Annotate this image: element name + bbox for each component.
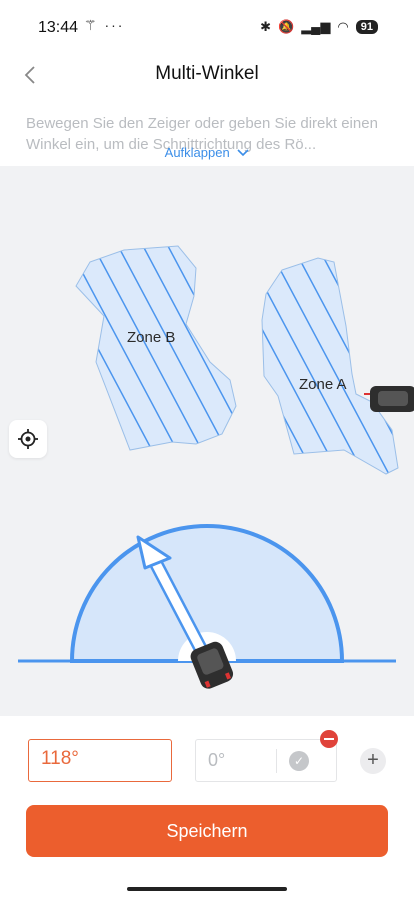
- check-icon[interactable]: ✓: [289, 751, 309, 771]
- remove-angle-button[interactable]: [320, 730, 338, 748]
- zone-b-label: Zone B: [127, 329, 176, 346]
- wifi-icon: ◠: [337, 19, 349, 34]
- expand-link[interactable]: Aufklappen: [0, 145, 414, 160]
- save-button[interactable]: Speichern: [26, 805, 388, 857]
- chevron-down-icon: [237, 145, 249, 160]
- home-indicator: [127, 887, 287, 891]
- map-drawing: [18, 245, 414, 689]
- zone-a-label: Zone A: [299, 376, 347, 393]
- notification-icons: ⚚ ···: [84, 17, 125, 33]
- zone-a-area[interactable]: [261, 257, 399, 475]
- map-canvas[interactable]: Zone B Zone A: [0, 166, 414, 716]
- mute-icon: 🔕: [278, 19, 295, 34]
- angle-input-primary[interactable]: 118°: [28, 739, 172, 782]
- robot-icon-zone-a: [364, 386, 414, 412]
- header: Multi-Winkel: [0, 56, 414, 96]
- zone-b-area[interactable]: [75, 245, 237, 451]
- status-right-icons: ✱ 🔕 ▂▄▆ ◠ 91: [260, 19, 378, 35]
- angle-input-row: 118° 0° ✓ +: [0, 716, 414, 800]
- crosshair-icon: [18, 429, 38, 449]
- angle-secondary-value: 0°: [208, 750, 226, 770]
- signal-icon: ▂▄▆: [301, 19, 331, 34]
- page-title: Multi-Winkel: [155, 63, 259, 84]
- battery-indicator: 91: [355, 20, 378, 34]
- status-time: 13:44: [38, 19, 79, 36]
- expand-label: Aufklappen: [164, 145, 230, 160]
- angle-input-secondary[interactable]: 0° ✓: [195, 739, 337, 782]
- input-divider: [276, 749, 277, 773]
- status-bar: 13:44 ⚚ ··· ✱ 🔕 ▂▄▆ ◠ 91: [0, 0, 414, 56]
- bluetooth-icon: ✱: [260, 19, 271, 34]
- locate-button[interactable]: [9, 420, 47, 458]
- add-angle-button[interactable]: +: [360, 748, 386, 774]
